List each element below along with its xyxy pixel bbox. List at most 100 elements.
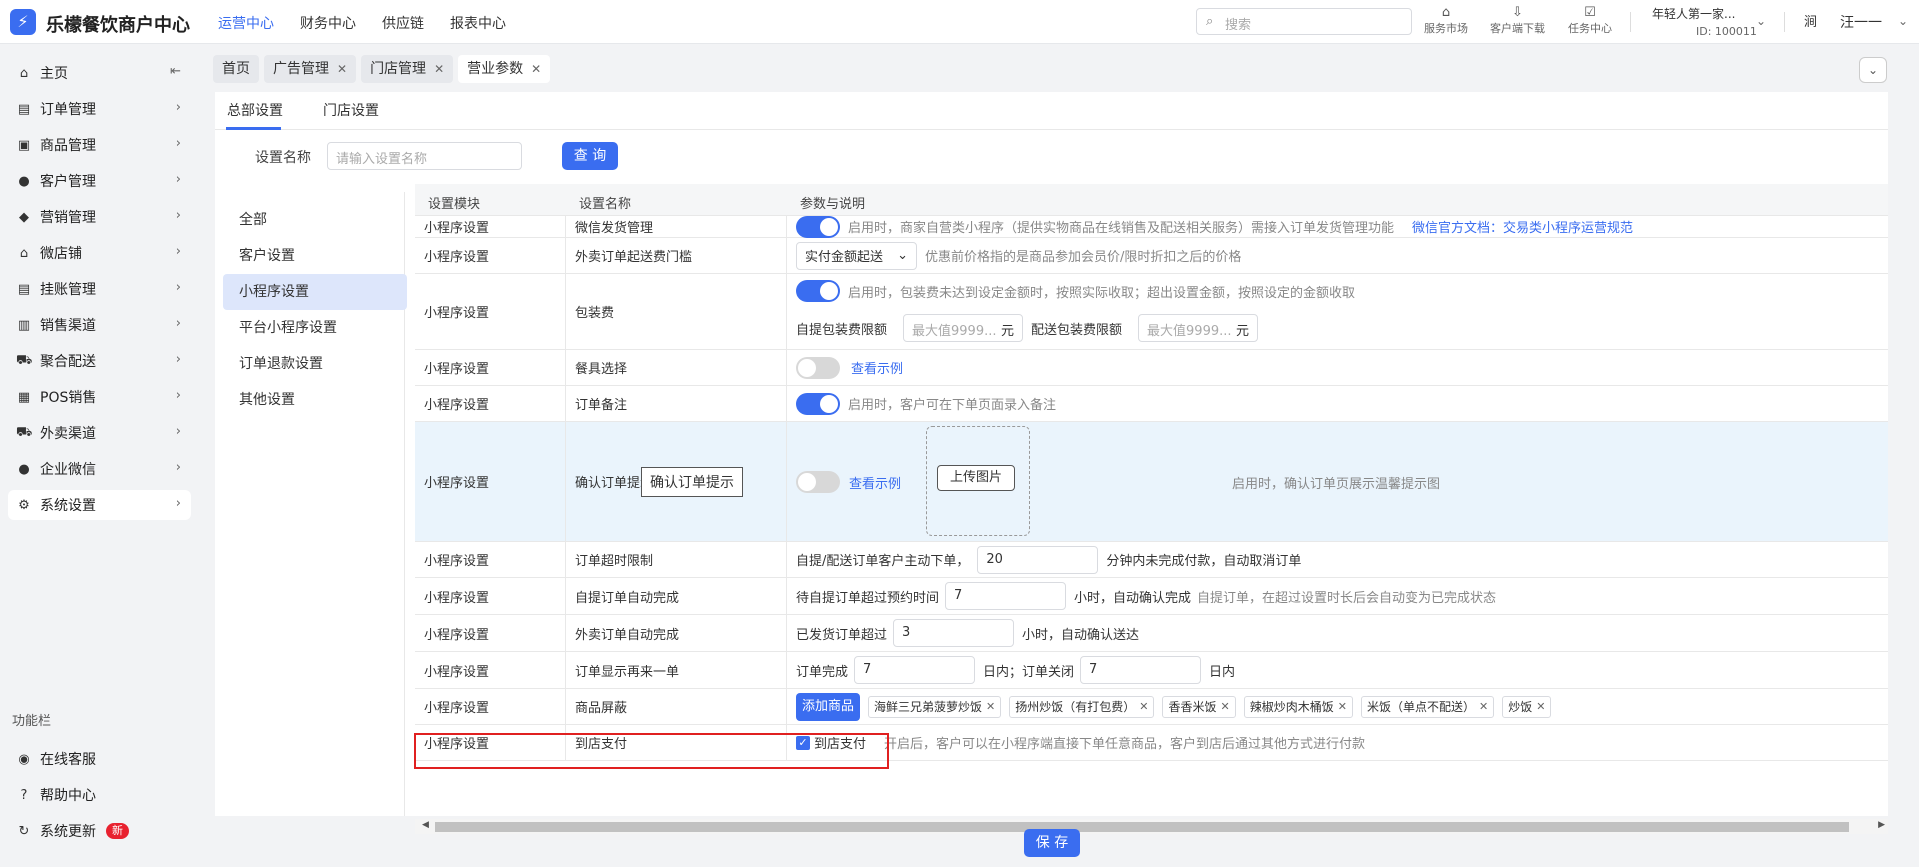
horizontal-scrollbar[interactable]: ◀ ▶ bbox=[415, 819, 1888, 834]
category-platform-miniprogram[interactable]: 平台小程序设置 bbox=[223, 310, 407, 346]
chevron-down-icon[interactable]: ⌄ bbox=[1756, 14, 1766, 28]
min-order-select[interactable]: 实付金额起送 ⌄ bbox=[796, 241, 917, 270]
tool-label: 服务市场 bbox=[1424, 22, 1468, 35]
chevron-down-icon[interactable]: ⌄ bbox=[1898, 14, 1908, 28]
upload-image-button[interactable]: 上传图片 bbox=[937, 465, 1015, 491]
delivery-hours-input[interactable]: 3 bbox=[893, 619, 1015, 647]
collapse-sidebar-icon[interactable]: ⇤ bbox=[170, 64, 181, 79]
query-button[interactable]: 查 询 bbox=[562, 142, 618, 170]
delivery-limit-input[interactable]: 最大值9999... 元 bbox=[1138, 314, 1259, 342]
sidebar-item-updates[interactable]: ↻ 系统更新新 bbox=[8, 816, 191, 846]
category-all[interactable]: 全部 bbox=[223, 202, 407, 238]
tool-task-center[interactable]: ☑ 任务中心 bbox=[1568, 6, 1612, 36]
sidebar-item-takeaway[interactable]: ⛟ 外卖渠道 › bbox=[8, 418, 191, 448]
setting-name-input[interactable]: 请输入设置名称 bbox=[327, 142, 522, 170]
tab-business-params[interactable]: 营业参数 ✕ bbox=[458, 55, 551, 83]
view-example-link[interactable]: 查看示例 bbox=[849, 473, 901, 492]
close-icon[interactable]: ✕ bbox=[337, 55, 347, 83]
tool-client-download[interactable]: ⇩ 客户端下载 bbox=[1490, 6, 1545, 36]
wechat-shipping-toggle[interactable] bbox=[796, 215, 840, 238]
order-icon: ▤ bbox=[17, 101, 31, 117]
store-id: ID: 100011 bbox=[1696, 25, 1757, 38]
close-icon[interactable]: ✕ bbox=[1221, 700, 1230, 713]
subtab-hq-settings[interactable]: 总部设置 bbox=[227, 100, 283, 120]
product-tag: 海鲜三兄弟菠萝炒饭 ✕ bbox=[868, 695, 1002, 718]
sidebar-item-ledger[interactable]: ▤ 挂账管理 › bbox=[8, 274, 191, 304]
save-button[interactable]: 保 存 bbox=[1024, 829, 1080, 857]
cell-name: 微信发货管理 bbox=[566, 216, 787, 237]
timeout-minutes-input[interactable]: 20 bbox=[977, 545, 1099, 574]
close-icon[interactable]: ✕ bbox=[986, 700, 995, 713]
topnav-finance[interactable]: 财务中心 bbox=[300, 13, 356, 33]
close-icon[interactable]: ✕ bbox=[434, 55, 444, 83]
sidebar-item-wecom[interactable]: ● 企业微信 › bbox=[8, 454, 191, 484]
category-refund[interactable]: 订单退款设置 bbox=[223, 346, 407, 382]
desc-text: 启用时，商家自营类小程序（提供实物商品在线销售及配送相关服务）需接入订单发货管理… bbox=[848, 221, 1395, 236]
cell-name: 自提订单自动完成 bbox=[566, 578, 787, 614]
scroll-right-icon[interactable]: ▶ bbox=[1878, 820, 1885, 830]
tag-label: 辣椒炒肉木桶饭 bbox=[1249, 700, 1334, 714]
pickup-hours-input[interactable]: 7 bbox=[945, 582, 1067, 610]
tableware-toggle[interactable] bbox=[796, 356, 840, 379]
sidebar-item-customers[interactable]: ● 客户管理 › bbox=[8, 166, 191, 196]
sidebar-item-micro-shop[interactable]: ⌂ 微店铺 › bbox=[8, 238, 191, 268]
scroll-left-icon[interactable]: ◀ bbox=[422, 820, 429, 830]
sidebar-item-sales-channel[interactable]: ▥ 销售渠道 › bbox=[8, 310, 191, 340]
table-header: 设置模块 设置名称 参数与说明 bbox=[415, 184, 1888, 216]
closed-days-input[interactable]: 7 bbox=[1080, 656, 1202, 684]
order-remark-toggle[interactable] bbox=[796, 392, 840, 415]
sidebar-item-label: POS销售 bbox=[40, 390, 97, 406]
sidebar-item-online-support[interactable]: ◉ 在线客服 bbox=[8, 744, 191, 774]
tab-stores[interactable]: 门店管理 ✕ bbox=[361, 55, 454, 83]
category-customer[interactable]: 客户设置 bbox=[223, 238, 407, 274]
tool-label: 任务中心 bbox=[1568, 22, 1612, 35]
sidebar-item-settings[interactable]: ⚙ 系统设置 › bbox=[8, 490, 191, 520]
sidebar-item-marketing[interactable]: ◆ 营销管理 › bbox=[8, 202, 191, 232]
close-icon[interactable]: ✕ bbox=[1338, 700, 1347, 713]
suffix-text: 日内 bbox=[1209, 664, 1236, 680]
category-miniprogram[interactable]: 小程序设置 bbox=[223, 274, 407, 310]
sidebar-item-orders[interactable]: ▤ 订单管理 › bbox=[8, 94, 191, 124]
subtab-store-settings[interactable]: 门店设置 bbox=[323, 100, 379, 120]
self-pickup-limit-input[interactable]: 最大值9999... 元 bbox=[903, 314, 1024, 342]
completed-days-input[interactable]: 7 bbox=[854, 656, 976, 684]
cell-name: 包装费 bbox=[566, 274, 787, 349]
help-icon: ? bbox=[20, 787, 28, 803]
close-icon[interactable]: ✕ bbox=[1536, 700, 1545, 713]
sidebar-item-home[interactable]: ⌂ 主页 ⇤ bbox=[8, 58, 191, 88]
view-example-link[interactable]: 查看示例 bbox=[851, 358, 903, 377]
topnav-reports[interactable]: 报表中心 bbox=[450, 13, 506, 33]
avatar[interactable]: 涧 bbox=[1804, 13, 1820, 29]
category-other[interactable]: 其他设置 bbox=[223, 382, 407, 418]
add-product-button[interactable]: 添加商品 bbox=[796, 692, 861, 721]
doc-link[interactable]: 交易类小程序运营规范 bbox=[1503, 217, 1633, 236]
confirm-tip-toggle[interactable] bbox=[796, 471, 840, 493]
chat-icon: ● bbox=[18, 461, 30, 477]
close-icon[interactable]: ✕ bbox=[1139, 700, 1148, 713]
suffix-text: 小时，自动确认完成 bbox=[1074, 590, 1192, 606]
search-input[interactable]: ⌕ 搜索 bbox=[1196, 8, 1412, 35]
topnav-operations[interactable]: 运营中心 bbox=[218, 13, 274, 33]
tab-ads[interactable]: 广告管理 ✕ bbox=[264, 55, 357, 83]
svg-text:涧: 涧 bbox=[1804, 15, 1817, 29]
doc-link-label[interactable]: 微信官方文档： bbox=[1412, 217, 1503, 236]
packaging-fee-toggle[interactable] bbox=[796, 280, 840, 302]
desc-text: 优惠前价格指的是商品参加会员价/限时折扣之后的价格 bbox=[925, 250, 1242, 265]
sidebar-item-delivery[interactable]: ⛟ 聚合配送 › bbox=[8, 346, 191, 376]
close-icon[interactable]: ✕ bbox=[531, 55, 541, 83]
scrollbar-thumb[interactable] bbox=[435, 822, 1849, 832]
tool-service-market[interactable]: ⌂ 服务市场 bbox=[1424, 6, 1468, 36]
prefix-text: 自提/配送订单客户主动下单， bbox=[796, 554, 970, 569]
store-name[interactable]: 年轻人第一家... bbox=[1652, 5, 1735, 22]
chevron-down-icon[interactable]: ⌄ bbox=[1859, 57, 1887, 83]
sidebar-item-help[interactable]: ? 帮助中心 bbox=[8, 780, 191, 810]
top-nav: 运营中心 财务中心 供应链 报表中心 bbox=[218, 13, 506, 33]
tab-home[interactable]: 首页 bbox=[213, 55, 259, 83]
user-name[interactable]: 汪一一 bbox=[1840, 12, 1882, 32]
close-icon[interactable]: ✕ bbox=[1479, 700, 1488, 713]
topnav-supply-chain[interactable]: 供应链 bbox=[382, 13, 424, 33]
table-row: 小程序设置 外卖订单起送费门槛 实付金额起送 ⌄ 优惠前价格指的是商品参加会员价/… bbox=[415, 238, 1888, 274]
sidebar-item-pos[interactable]: ▦ POS销售 › bbox=[8, 382, 191, 412]
sidebar-item-label: 商品管理 bbox=[40, 138, 96, 154]
sidebar-item-goods[interactable]: ▣ 商品管理 › bbox=[8, 130, 191, 160]
